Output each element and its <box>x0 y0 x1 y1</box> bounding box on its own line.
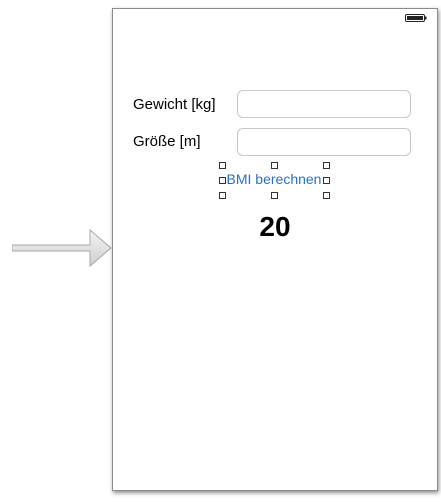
resize-handle-bottom[interactable] <box>271 192 278 199</box>
view-controller-scene: Gewicht [kg] Größe [m] BMI berechnen 20 <box>112 8 438 491</box>
height-label: Größe [m] <box>133 133 201 150</box>
selected-button-frame: BMI berechnen <box>219 162 330 199</box>
bmi-result-label: 20 <box>259 211 291 242</box>
resize-handle-right[interactable] <box>323 177 330 184</box>
resize-handle-bottom-right[interactable] <box>323 192 330 199</box>
battery-icon <box>405 14 427 22</box>
storyboard-canvas: Gewicht [kg] Größe [m] BMI berechnen 20 <box>0 0 441 504</box>
entry-arrow-icon <box>12 228 112 268</box>
calculate-bmi-button[interactable]: BMI berechnen <box>222 171 326 187</box>
resize-handle-bottom-left[interactable] <box>219 192 226 199</box>
resize-handle-top-right[interactable] <box>323 162 330 169</box>
height-input[interactable] <box>237 128 411 156</box>
weight-label: Gewicht [kg] <box>133 96 216 113</box>
resize-handle-left[interactable] <box>219 177 226 184</box>
weight-input[interactable] <box>237 90 411 118</box>
resize-handle-top-left[interactable] <box>219 162 226 169</box>
resize-handle-top[interactable] <box>271 162 278 169</box>
